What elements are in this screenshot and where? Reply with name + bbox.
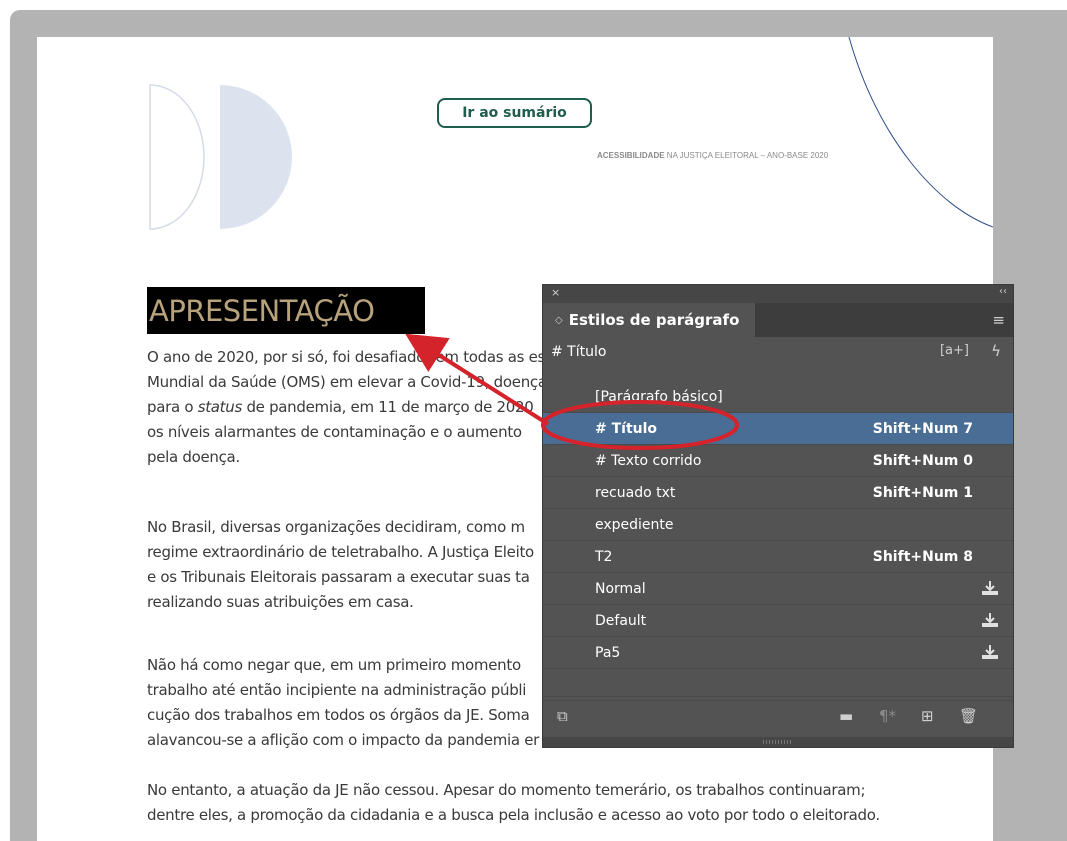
paragraph-4[interactable]: No entanto, a atuação da JE não cessou. … — [147, 778, 907, 828]
style-row[interactable]: # Título Shift+Num 7 — [543, 413, 1013, 445]
text-line: dentre eles, a promoção da cidadania e a… — [147, 806, 880, 824]
imported-style-icon — [982, 645, 998, 659]
style-name: recuado txt — [595, 484, 676, 501]
running-header: ACESSIBILIDADE NA JUSTIÇA ELEITORAL – AN… — [597, 151, 829, 160]
style-name: expediente — [595, 516, 674, 533]
style-row[interactable]: Default — [543, 605, 1013, 637]
style-name: # Texto corrido — [595, 452, 702, 469]
summary-button[interactable]: Ir ao sumário — [437, 98, 592, 128]
close-icon[interactable]: × — [551, 286, 560, 299]
panel-menu-icon[interactable]: ≡ — [992, 311, 1005, 329]
quick-apply-icon[interactable]: ϟ — [991, 342, 1001, 360]
style-shortcut: Shift+Num 1 — [872, 484, 973, 501]
style-name: [Parágrafo básico] — [595, 388, 723, 405]
style-row[interactable]: Normal — [543, 573, 1013, 605]
tab-paragraph-styles[interactable]: ◇ Estilos de parágrafo — [543, 303, 755, 337]
new-style-icon[interactable]: ⊞ — [921, 707, 934, 725]
style-row[interactable]: recuado txt Shift+Num 1 — [543, 477, 1013, 509]
style-row[interactable]: Pa5 — [543, 637, 1013, 669]
current-style-row: # Título [a+] ϟ — [543, 337, 1013, 367]
style-row[interactable]: T2 Shift+Num 8 — [543, 541, 1013, 573]
current-style-label: # Título — [551, 344, 607, 360]
panel-footer: ⧉ ▬ ¶* ⊞ 🗑 — [543, 696, 1013, 737]
tab-label: Estilos de parágrafo — [568, 311, 740, 329]
trash-icon[interactable]: 🗑 — [959, 707, 978, 725]
clear-overrides-icon[interactable]: ¶* — [879, 707, 896, 725]
paragraph-styles-panel[interactable]: × ‹‹ ◇ Estilos de parágrafo ≡ # Título [… — [542, 284, 1014, 748]
style-name: T2 — [595, 548, 613, 565]
panel-title-bar[interactable]: × ‹‹ — [543, 285, 1013, 303]
text-line: No entanto, a atuação da JE não cessou. … — [147, 781, 866, 799]
style-row[interactable]: [Parágrafo básico] — [543, 381, 1013, 413]
style-shortcut: Shift+Num 0 — [872, 452, 973, 469]
style-name: Normal — [595, 580, 646, 597]
style-row[interactable]: # Texto corrido Shift+Num 0 — [543, 445, 1013, 477]
style-row[interactable]: expediente — [543, 509, 1013, 541]
load-styles-icon[interactable]: ⧉ — [557, 707, 568, 725]
style-name: # Título — [595, 420, 658, 437]
style-list: [Parágrafo básico] # Título Shift+Num 7 # T… — [543, 381, 1013, 701]
style-shortcut: Shift+Num 8 — [872, 548, 973, 565]
heading-apresentacao[interactable]: APRESENTAÇÃO — [147, 287, 425, 334]
imported-style-icon — [982, 613, 998, 627]
style-name: Pa5 — [595, 644, 621, 661]
collapse-icon[interactable]: ‹‹ — [999, 286, 1007, 297]
create-style-from-selection-icon[interactable]: [a+] — [940, 343, 969, 358]
imported-style-icon — [982, 581, 998, 595]
panel-tab-bar: ◇ Estilos de parágrafo ≡ — [543, 303, 1013, 337]
chevron-updown-icon[interactable]: ◇ — [555, 315, 563, 326]
style-name: Default — [595, 612, 647, 629]
style-shortcut: Shift+Num 7 — [872, 420, 973, 437]
panel-resize-bar[interactable] — [543, 737, 1013, 747]
folder-icon[interactable]: ▬ — [839, 707, 853, 725]
resize-grip[interactable] — [763, 740, 793, 744]
